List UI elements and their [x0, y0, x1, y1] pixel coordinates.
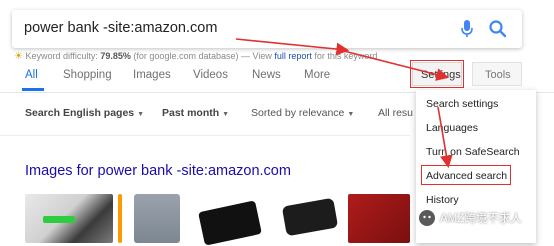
time-filter-label: Past month — [162, 107, 220, 119]
tab-videos[interactable]: Videos — [193, 69, 228, 81]
thumbnail-detail — [281, 197, 339, 237]
language-filter[interactable]: Search English pages ▼ — [25, 107, 144, 119]
divider — [0, 135, 410, 136]
semrush-icon: ☀ — [14, 51, 23, 62]
sort-filter-label: Sorted by relevance — [251, 107, 345, 119]
full-report-link[interactable]: full report — [274, 51, 312, 61]
menu-item-search-settings[interactable]: Search settings — [426, 98, 498, 110]
image-thumbnail[interactable] — [348, 194, 410, 243]
search-icon[interactable] — [488, 19, 508, 39]
language-filter-label: Search English pages — [25, 107, 135, 119]
watermark-text: AMZ跨境不求人 — [440, 213, 522, 225]
active-tab-indicator — [22, 88, 44, 91]
menu-item-safesearch[interactable]: Turn on SafeSearch — [426, 146, 520, 158]
kd-tail: for this keyword — [311, 51, 378, 61]
keyword-difficulty-bar: ☀ Keyword difficulty: 79.85% (for google… — [14, 51, 377, 62]
kd-value: 79.85% — [100, 51, 131, 61]
image-badge — [118, 194, 122, 243]
image-thumbnail[interactable] — [195, 194, 265, 246]
tab-all[interactable]: All — [25, 69, 38, 81]
search-box[interactable]: power bank -site:amazon.com — [12, 10, 522, 48]
image-thumbnail[interactable] — [25, 194, 113, 243]
tab-news[interactable]: News — [252, 69, 281, 81]
thumbnail-detail — [43, 216, 75, 223]
wechat-logo-icon — [419, 210, 435, 226]
tools-label: Tools — [485, 69, 511, 81]
kd-dash: — View — [238, 51, 275, 61]
kd-label: Keyword difficulty: — [25, 51, 98, 61]
tab-images[interactable]: Images — [133, 69, 171, 81]
microphone-icon[interactable] — [460, 19, 474, 39]
menu-item-languages[interactable]: Languages — [426, 122, 478, 134]
all-results-filter[interactable]: All resu — [378, 107, 413, 119]
advanced-search-highlight-box — [421, 165, 511, 185]
top-bar: power bank -site:amazon.com ☀ Keyword di… — [0, 0, 554, 92]
image-thumbnail[interactable] — [134, 194, 180, 243]
search-tabs: All Shopping Images Videos News More — [0, 66, 554, 92]
search-input[interactable]: power bank -site:amazon.com — [24, 20, 217, 36]
tab-shopping[interactable]: Shopping — [63, 69, 112, 81]
watermark: AMZ跨境不求人 — [418, 206, 554, 230]
image-thumbnail[interactable] — [280, 194, 340, 243]
time-filter[interactable]: Past month ▼ — [162, 107, 229, 119]
caret-down-icon: ▼ — [222, 111, 230, 118]
caret-down-icon: ▼ — [347, 111, 355, 118]
tools-button[interactable]: Tools — [472, 62, 522, 86]
images-section-title[interactable]: Images for power bank -site:amazon.com — [25, 163, 291, 179]
tab-more[interactable]: More — [304, 69, 330, 81]
kd-source: (for google.com database) — [133, 51, 239, 61]
settings-highlight-box — [410, 60, 464, 88]
thumbnail-detail — [198, 200, 262, 246]
sort-filter[interactable]: Sorted by relevance ▼ — [251, 107, 354, 119]
caret-down-icon: ▼ — [137, 111, 145, 118]
menu-item-history[interactable]: History — [426, 194, 459, 206]
